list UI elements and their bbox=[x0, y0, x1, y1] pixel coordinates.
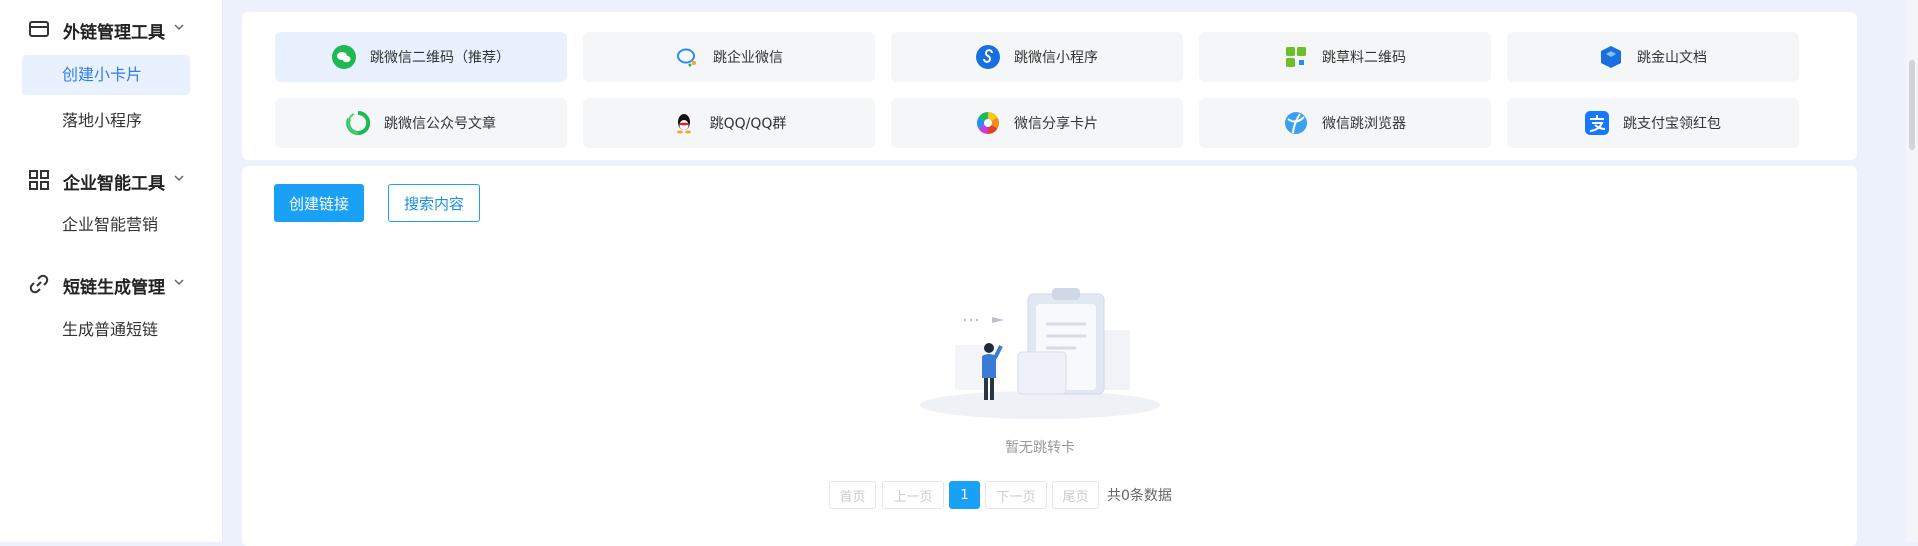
chevron-down-icon bbox=[174, 24, 184, 31]
empty-state-text: 暂无跳转卡 bbox=[1005, 440, 1075, 456]
card-label: 跳支付宝领红包 bbox=[1623, 116, 1721, 132]
qrcode-icon bbox=[1286, 47, 1306, 67]
group-label: 外链管理工具 bbox=[63, 23, 165, 43]
current-page-button[interactable]: 1 bbox=[949, 481, 980, 509]
card-official-account[interactable]: 跳微信公众号文章 bbox=[275, 98, 567, 148]
sidebar-item-create-card[interactable]: 创建小卡片 bbox=[22, 55, 190, 95]
card-mini-program[interactable]: 跳微信小程序 bbox=[891, 32, 1183, 82]
chevron-down-icon bbox=[174, 175, 184, 182]
first-page-button[interactable]: 首页 bbox=[829, 481, 876, 509]
work-wechat-icon bbox=[677, 48, 696, 67]
card-alipay[interactable]: 跳支付宝领红包 bbox=[1507, 98, 1799, 148]
sidebar: 外链管理工具 创建小卡片 落地小程序 企业智能工具 企业智能营销 短链生成管理 … bbox=[0, 0, 223, 542]
create-link-button[interactable]: 创建链接 bbox=[274, 184, 364, 222]
qq-icon bbox=[676, 114, 691, 134]
card-browser[interactable]: 微信跳浏览器 bbox=[1199, 98, 1491, 148]
prev-page-button[interactable]: 上一页 bbox=[882, 481, 944, 509]
card-wechat-qrcode[interactable]: 跳微信二维码（推荐） bbox=[275, 32, 567, 82]
search-content-button[interactable]: 搜索内容 bbox=[388, 184, 480, 222]
browser-icon bbox=[1285, 112, 1307, 134]
scrollbar-thumb[interactable] bbox=[1909, 60, 1915, 150]
card-icon bbox=[29, 21, 49, 37]
group-label: 企业智能工具 bbox=[63, 174, 165, 194]
share-card-icon bbox=[977, 112, 999, 134]
card-label: 跳QQ/QQ群 bbox=[709, 116, 787, 132]
alipay-icon bbox=[1585, 111, 1609, 135]
group-short-link[interactable]: 短链生成管理 bbox=[0, 268, 222, 298]
mini-program-icon bbox=[976, 45, 1000, 69]
card-qq[interactable]: 跳QQ/QQ群 bbox=[583, 98, 875, 148]
card-label: 微信分享卡片 bbox=[1014, 116, 1098, 132]
card-label: 跳草料二维码 bbox=[1322, 50, 1406, 66]
group-label: 短链生成管理 bbox=[63, 278, 165, 298]
sidebar-item-landing-mini-program[interactable]: 落地小程序 bbox=[22, 101, 190, 141]
sidebar-item-short-link[interactable]: 生成普通短链 bbox=[22, 310, 190, 350]
last-page-button[interactable]: 尾页 bbox=[1052, 481, 1099, 509]
card-work-wechat[interactable]: 跳企业微信 bbox=[583, 32, 875, 82]
card-label: 跳企业微信 bbox=[713, 50, 783, 66]
group-enterprise-tools[interactable]: 企业智能工具 bbox=[0, 164, 222, 194]
card-share-card[interactable]: 微信分享卡片 bbox=[891, 98, 1183, 148]
sidebar-item-enterprise-marketing[interactable]: 企业智能营销 bbox=[22, 205, 190, 245]
card-label: 微信跳浏览器 bbox=[1322, 116, 1406, 132]
card-label: 跳金山文档 bbox=[1637, 50, 1707, 66]
total-count: 共0条数据 bbox=[1107, 488, 1172, 504]
next-page-button[interactable]: 下一页 bbox=[985, 481, 1047, 509]
group-link-tools[interactable]: 外链管理工具 bbox=[0, 13, 222, 43]
grid-icon bbox=[29, 170, 49, 190]
link-icon bbox=[29, 274, 49, 294]
card-label: 跳微信二维码（推荐） bbox=[370, 50, 510, 66]
card-label: 跳微信小程序 bbox=[1014, 50, 1098, 66]
kingsoft-docs-icon bbox=[1601, 46, 1621, 68]
card-kingsoft-docs[interactable]: 跳金山文档 bbox=[1507, 32, 1799, 82]
empty-state-illustration bbox=[920, 288, 1160, 419]
card-caoliao-qrcode[interactable]: 跳草料二维码 bbox=[1199, 32, 1491, 82]
chevron-down-icon bbox=[174, 279, 184, 286]
wechat-icon bbox=[332, 45, 356, 69]
card-label: 跳微信公众号文章 bbox=[384, 116, 496, 132]
official-account-icon bbox=[346, 111, 370, 135]
